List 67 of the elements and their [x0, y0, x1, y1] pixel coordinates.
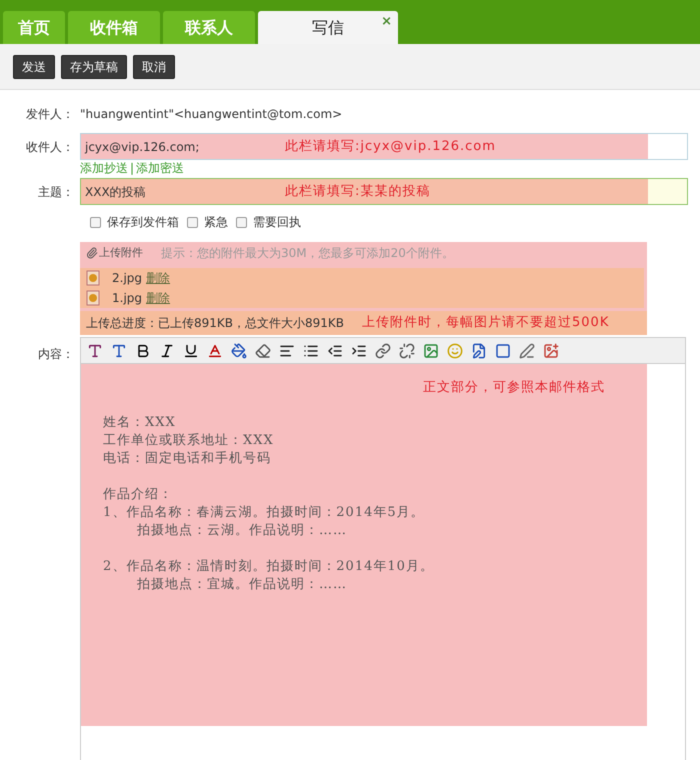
- delete-link[interactable]: 删除: [146, 289, 170, 307]
- add-bcc-link[interactable]: 添加密送: [136, 159, 184, 177]
- toolbar-button[interactable]: 发送: [13, 54, 55, 78]
- link-icon[interactable]: [375, 342, 391, 358]
- eraser-icon[interactable]: [255, 342, 271, 358]
- checkbox-label: 紧急: [204, 214, 228, 231]
- tab[interactable]: 写信 ×: [258, 11, 398, 44]
- outdent-icon[interactable]: [327, 342, 343, 358]
- font-size-icon[interactable]: [111, 342, 127, 358]
- checkbox[interactable]: [187, 216, 198, 228]
- annotation-text: 此栏请填写:jcyx@vip.126.com: [285, 138, 496, 156]
- field-label: 发件人：: [25, 106, 75, 123]
- editor-body[interactable]: 正文部分，可参照本邮件格式 姓名：XXX 工作单位或联系地址：XXX 电话：固定电话和手机号码 作品介绍： 1、作品名称：春满云湖。拍摄时间：2014年5月。 拍摄地点：云湖。作品说明：…… 2、作品名称：温情时刻。拍摄时间：2014年10月。 拍摄地点：宜城。作品说明：……: [81, 364, 647, 726]
- upload-summary-text: 上传总进度：已上传891KB，总文件大小891KB: [86, 315, 344, 332]
- file-name: 1.jpg: [112, 290, 142, 307]
- paperclip-icon: [86, 247, 98, 259]
- delete-link[interactable]: 删除: [146, 269, 170, 287]
- field-label: 主题：: [37, 184, 75, 201]
- unlink-icon[interactable]: [399, 342, 415, 358]
- field-label: 内容：: [37, 346, 75, 363]
- checkbox[interactable]: [236, 216, 247, 228]
- recipient-value: jcyx@vip.126.com;: [85, 138, 200, 156]
- image-icon[interactable]: [423, 342, 439, 358]
- attachment-hint: 提示：您的附件最大为30M，您最多可添加20个附件。: [161, 245, 454, 262]
- image-file-icon: [86, 270, 100, 286]
- checkbox-label: 保存到发件箱: [107, 214, 179, 231]
- recipient-field[interactable]: jcyx@vip.126.com; 此栏请填写:jcyx@vip.126.com: [80, 133, 688, 160]
- body-text-line: 电话：固定电话和手机号码: [103, 450, 271, 468]
- picture-icon[interactable]: [543, 342, 559, 358]
- body-text-line: 工作单位或联系地址：XXX: [103, 432, 274, 450]
- close-button[interactable]: ×: [381, 12, 392, 32]
- file-name: 2.jpg: [112, 270, 142, 287]
- align-icon[interactable]: [279, 342, 295, 358]
- indent-icon[interactable]: [351, 342, 367, 358]
- link-separator: |: [129, 160, 136, 177]
- list-icon[interactable]: [303, 342, 319, 358]
- body-text-line: 1、作品名称：春满云湖。拍摄时间：2014年5月。: [103, 504, 425, 522]
- fill-color-icon[interactable]: [231, 342, 247, 358]
- annotation-text: 正文部分，可参照本邮件格式: [423, 379, 605, 397]
- font-icon[interactable]: [87, 342, 103, 358]
- tab[interactable]: 收件箱: [68, 11, 160, 44]
- toolbar-button[interactable]: 存为草稿: [61, 54, 127, 78]
- underline-icon[interactable]: [183, 342, 199, 358]
- body-text-line: 拍摄地点：宜城。作品说明：……: [137, 576, 347, 594]
- edit-icon[interactable]: [471, 342, 487, 358]
- checkbox[interactable]: [90, 216, 101, 228]
- upload-attachment-button[interactable]: 上传附件: [86, 244, 143, 262]
- body-text-line: 2、作品名称：温情时刻。拍摄时间：2014年10月。: [103, 558, 434, 576]
- italic-icon[interactable]: [159, 342, 175, 358]
- tab[interactable]: 联系人: [163, 11, 255, 44]
- field-label: 收件人：: [25, 139, 75, 156]
- body-text-line: 姓名：XXX: [103, 414, 176, 432]
- body-text-line: 作品介绍：: [103, 486, 173, 504]
- subject-field[interactable]: XXX的投稿 此栏请填写:某某的投稿: [80, 178, 688, 205]
- toolbar-button[interactable]: 取消: [133, 54, 175, 78]
- subject-value: XXX的投稿: [85, 184, 147, 200]
- annotation-text: 上传附件时，每幅图片请不要超过500K: [362, 314, 610, 332]
- sender-address: "huangwentint"<huangwentint@tom.com>: [80, 106, 342, 123]
- annotation-text: 此栏请填写:某某的投稿: [285, 182, 430, 201]
- pen-icon[interactable]: [519, 342, 535, 358]
- frame-icon[interactable]: [495, 342, 511, 358]
- tab[interactable]: 首页: [3, 11, 65, 44]
- add-cc-link[interactable]: 添加抄送: [80, 159, 128, 177]
- checkbox-label: 需要回执: [253, 214, 301, 231]
- body-text-line: 拍摄地点：云湖。作品说明：……: [137, 522, 347, 540]
- image-file-icon: [86, 290, 100, 306]
- text-color-icon[interactable]: [207, 342, 223, 358]
